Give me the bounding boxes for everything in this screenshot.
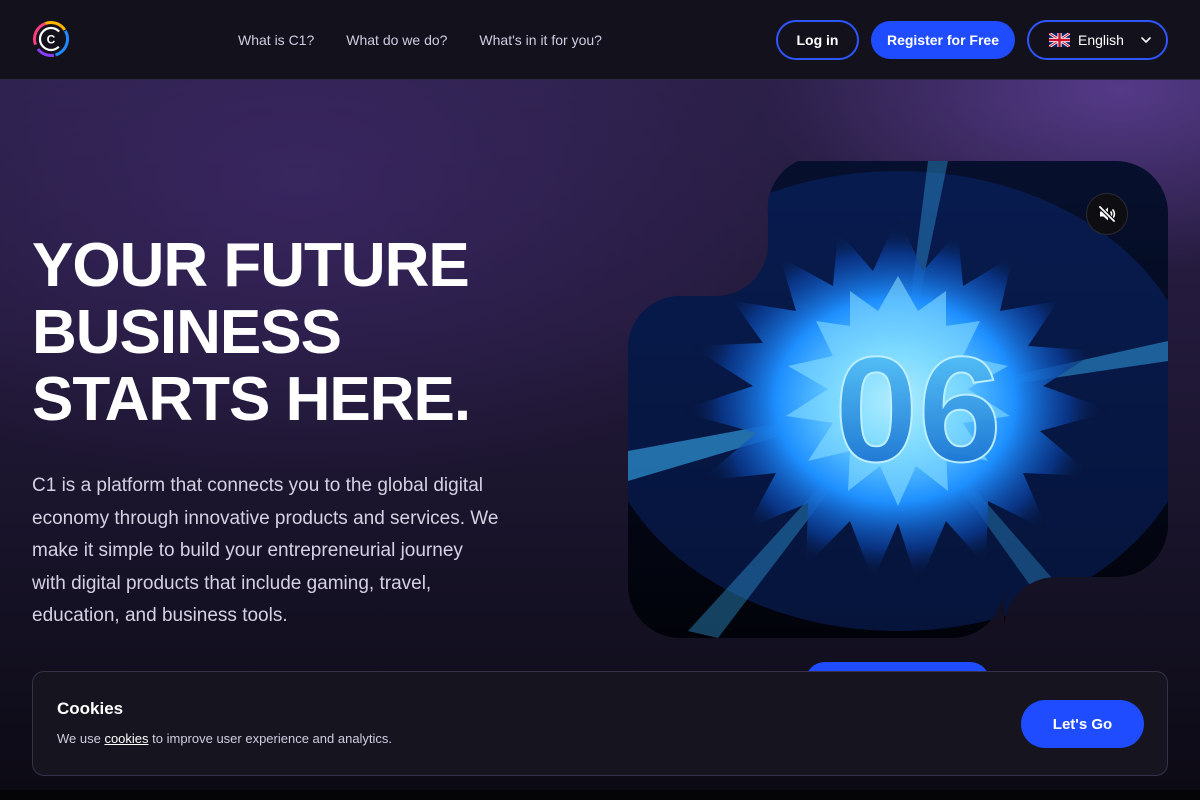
hero-description-line: with digital products that include gamin… (32, 572, 432, 594)
uk-flag-icon (1049, 33, 1070, 47)
hero-description-line: make it simple to build your entrepreneu… (32, 540, 463, 561)
nav-whats-in-it-for-you[interactable]: What's in it for you? (479, 31, 602, 49)
hero-title-line: YOUR FUTURE (32, 231, 470, 300)
main-nav: What is C1? What do we do? What's in it … (238, 31, 602, 49)
nav-what-is-c1[interactable]: What is C1? (238, 31, 314, 49)
nav-what-do-we-do[interactable]: What do we do? (346, 31, 447, 49)
cookie-text-before: We use (57, 731, 105, 746)
c1-logo[interactable]: C (32, 20, 70, 58)
page: C What is C1? What do we do? What's in i… (0, 0, 1200, 800)
accept-cookies-button[interactable]: Let's Go (1021, 700, 1144, 748)
bottom-edge (0, 790, 1200, 800)
hero-description: C1 is a platform that connects you to th… (32, 470, 552, 633)
cookie-text-after: to improve user experience and analytics… (148, 731, 393, 746)
cookie-text: We use cookies to improve user experienc… (57, 731, 392, 746)
cookies-link[interactable]: cookies (104, 731, 148, 746)
language-selector[interactable]: English (1027, 20, 1168, 60)
svg-text:C: C (47, 33, 56, 47)
top-nav-bar: C What is C1? What do we do? What's in i… (0, 0, 1200, 80)
chevron-down-icon (1141, 37, 1151, 44)
hero-description-line: economy through innovative products and … (32, 507, 499, 529)
volume-muted-icon (1098, 205, 1116, 223)
hero-title-line: BUSINESS (32, 298, 342, 367)
video-countdown-text: 06 (835, 325, 1002, 493)
language-label: English (1078, 32, 1124, 48)
login-button[interactable]: Log in (776, 20, 859, 60)
hero-video[interactable]: 06 (628, 161, 1168, 638)
cookie-banner: Cookies We use cookies to improve user e… (32, 671, 1168, 776)
hero-title: YOUR FUTURE BUSINESS STARTS HERE. (32, 232, 552, 433)
mute-toggle-button[interactable] (1086, 193, 1128, 235)
hero-description-line: C1 is a platform that connects you to th… (32, 475, 483, 496)
hero-description-line: education, and business tools. (32, 605, 288, 626)
register-button[interactable]: Register for Free (871, 21, 1015, 59)
hero-title-line: STARTS HERE. (32, 365, 471, 434)
cookie-title: Cookies (57, 699, 124, 718)
